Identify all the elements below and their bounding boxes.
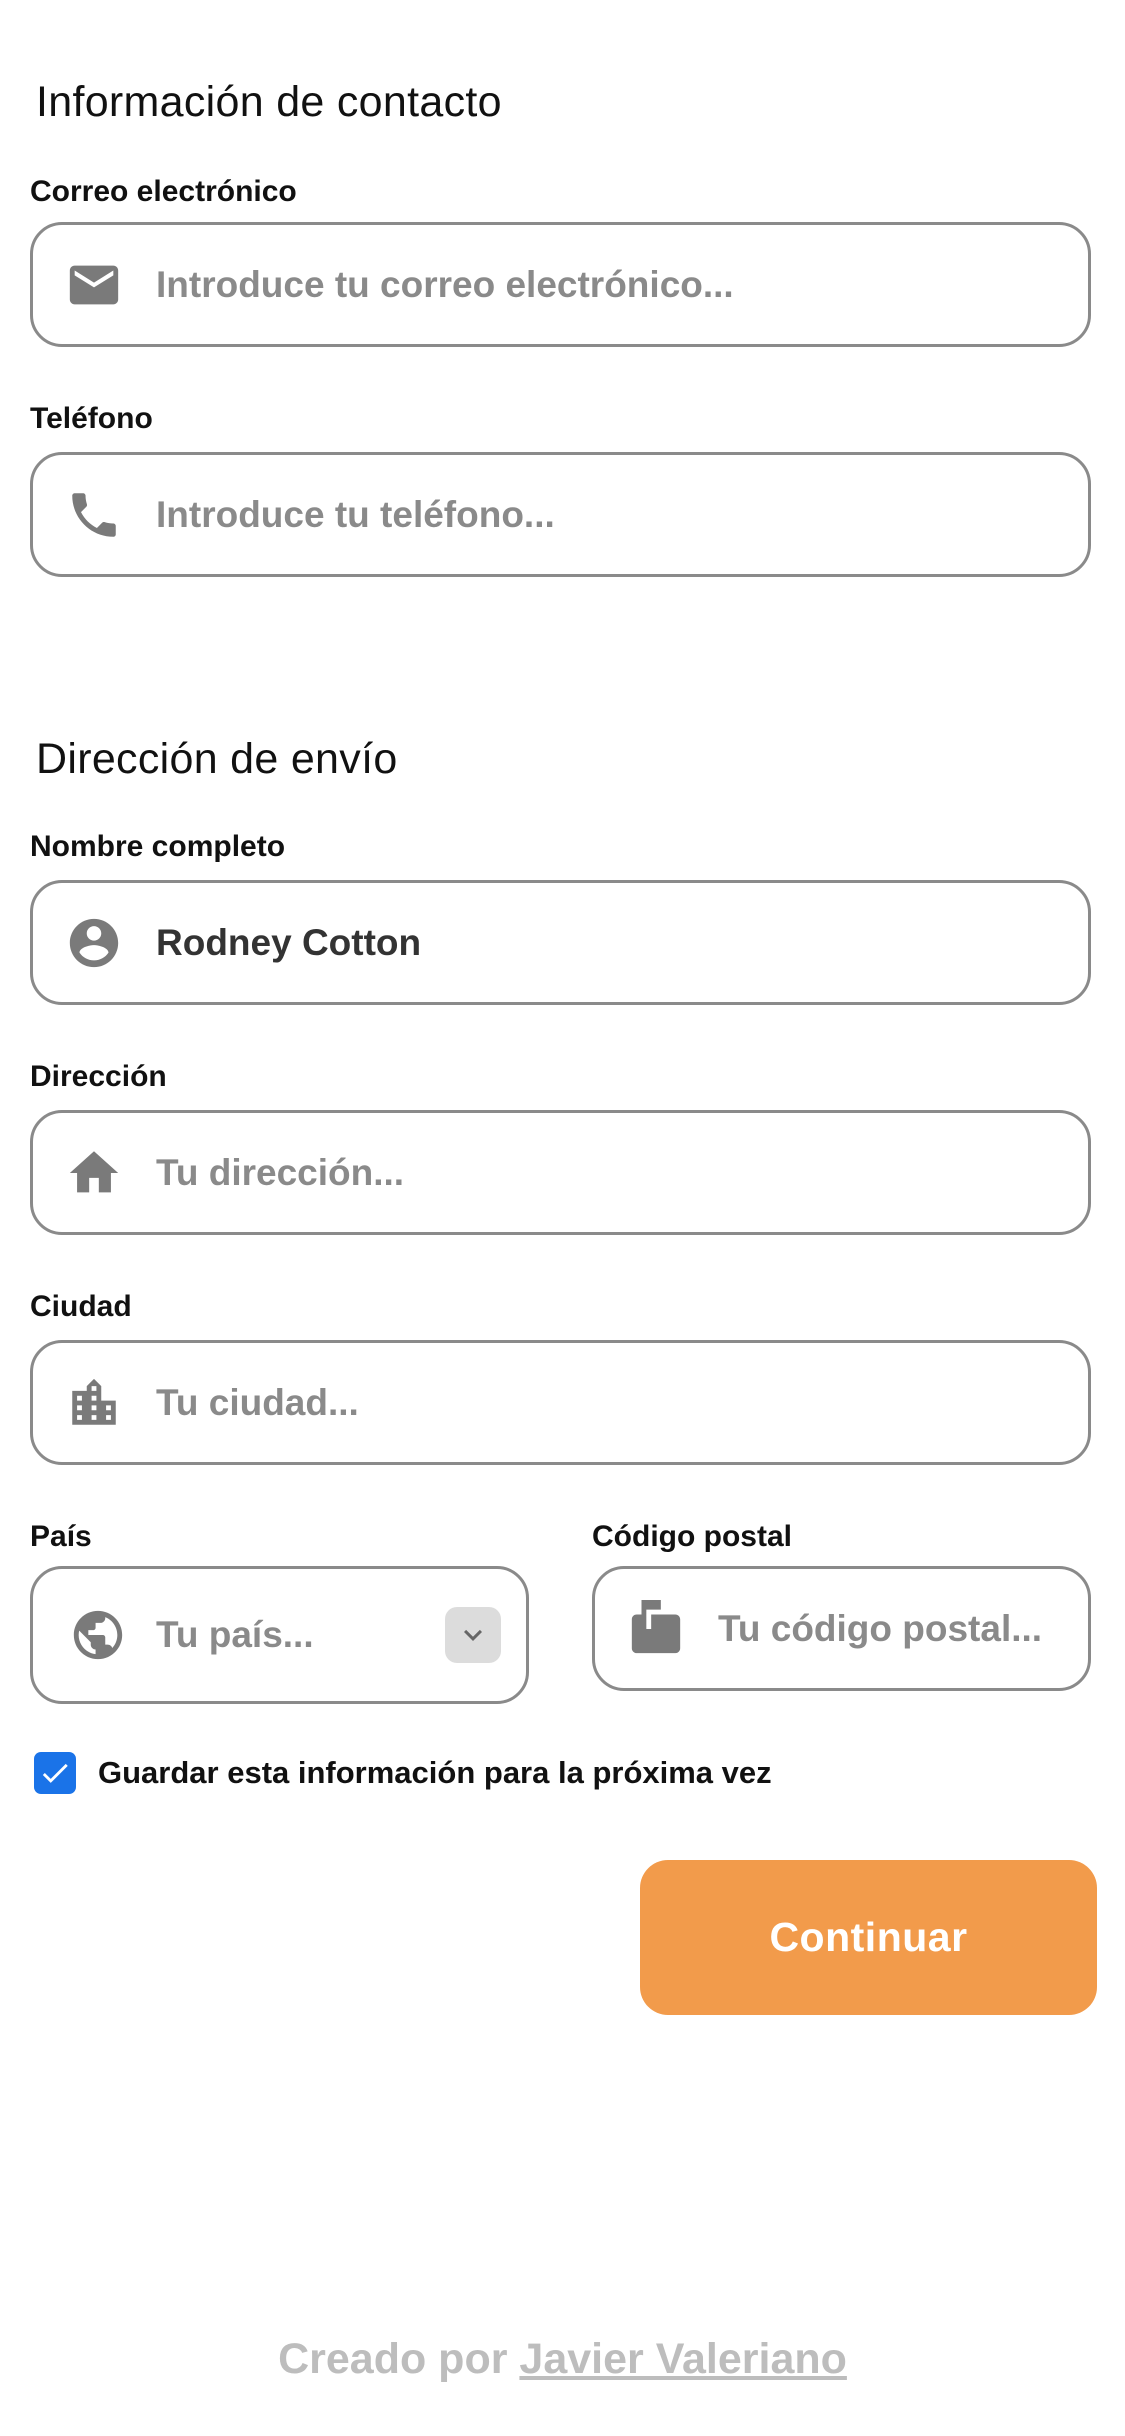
chevron-down-icon[interactable] (445, 1607, 501, 1663)
city-field[interactable] (30, 1340, 1091, 1465)
address-input[interactable] (156, 1151, 1058, 1194)
mail-icon (65, 256, 123, 314)
mailbox-icon (627, 1599, 685, 1658)
country-label: País (30, 1520, 92, 1553)
phone-label: Teléfono (30, 402, 153, 435)
globe-icon (69, 1606, 127, 1664)
address-label: Dirección (30, 1060, 167, 1093)
full-name-label: Nombre completo (30, 830, 286, 863)
full-name-input[interactable] (156, 921, 1058, 964)
country-select-value: Tu país... (156, 1614, 314, 1655)
phone-field[interactable] (30, 452, 1091, 577)
email-label: Correo electrónico (30, 175, 297, 208)
save-info-row[interactable]: Guardar esta información para la próxima… (34, 1752, 772, 1794)
postal-code-input[interactable] (718, 1607, 1058, 1650)
postal-code-field[interactable] (592, 1566, 1091, 1691)
home-icon (65, 1144, 123, 1202)
address-field[interactable] (30, 1110, 1091, 1235)
author-link[interactable]: Javier Valeriano (519, 2335, 847, 2383)
checkout-form-page: Información de contacto Correo electróni… (0, 0, 1125, 2436)
continue-button[interactable]: Continuar (640, 1860, 1097, 2015)
phone-icon (65, 486, 123, 544)
save-info-checkbox[interactable] (34, 1752, 76, 1794)
email-input[interactable] (156, 263, 1058, 306)
contact-section-title: Información de contacto (36, 78, 502, 126)
footer-credit: Creado por Javier Valeriano (0, 2335, 1125, 2384)
city-icon (65, 1374, 123, 1432)
full-name-field[interactable] (30, 880, 1091, 1005)
footer-prefix: Creado por (278, 2335, 508, 2383)
city-label: Ciudad (30, 1290, 132, 1323)
save-info-label: Guardar esta información para la próxima… (98, 1755, 772, 1790)
country-select[interactable]: Tu país... (30, 1566, 529, 1704)
check-icon (42, 1763, 68, 1783)
postal-code-label: Código postal (592, 1520, 792, 1553)
shipping-section-title: Dirección de envío (36, 735, 398, 783)
phone-input[interactable] (156, 493, 1058, 536)
email-field[interactable] (30, 222, 1091, 347)
city-input[interactable] (156, 1381, 1058, 1424)
account-circle-icon (65, 914, 123, 972)
